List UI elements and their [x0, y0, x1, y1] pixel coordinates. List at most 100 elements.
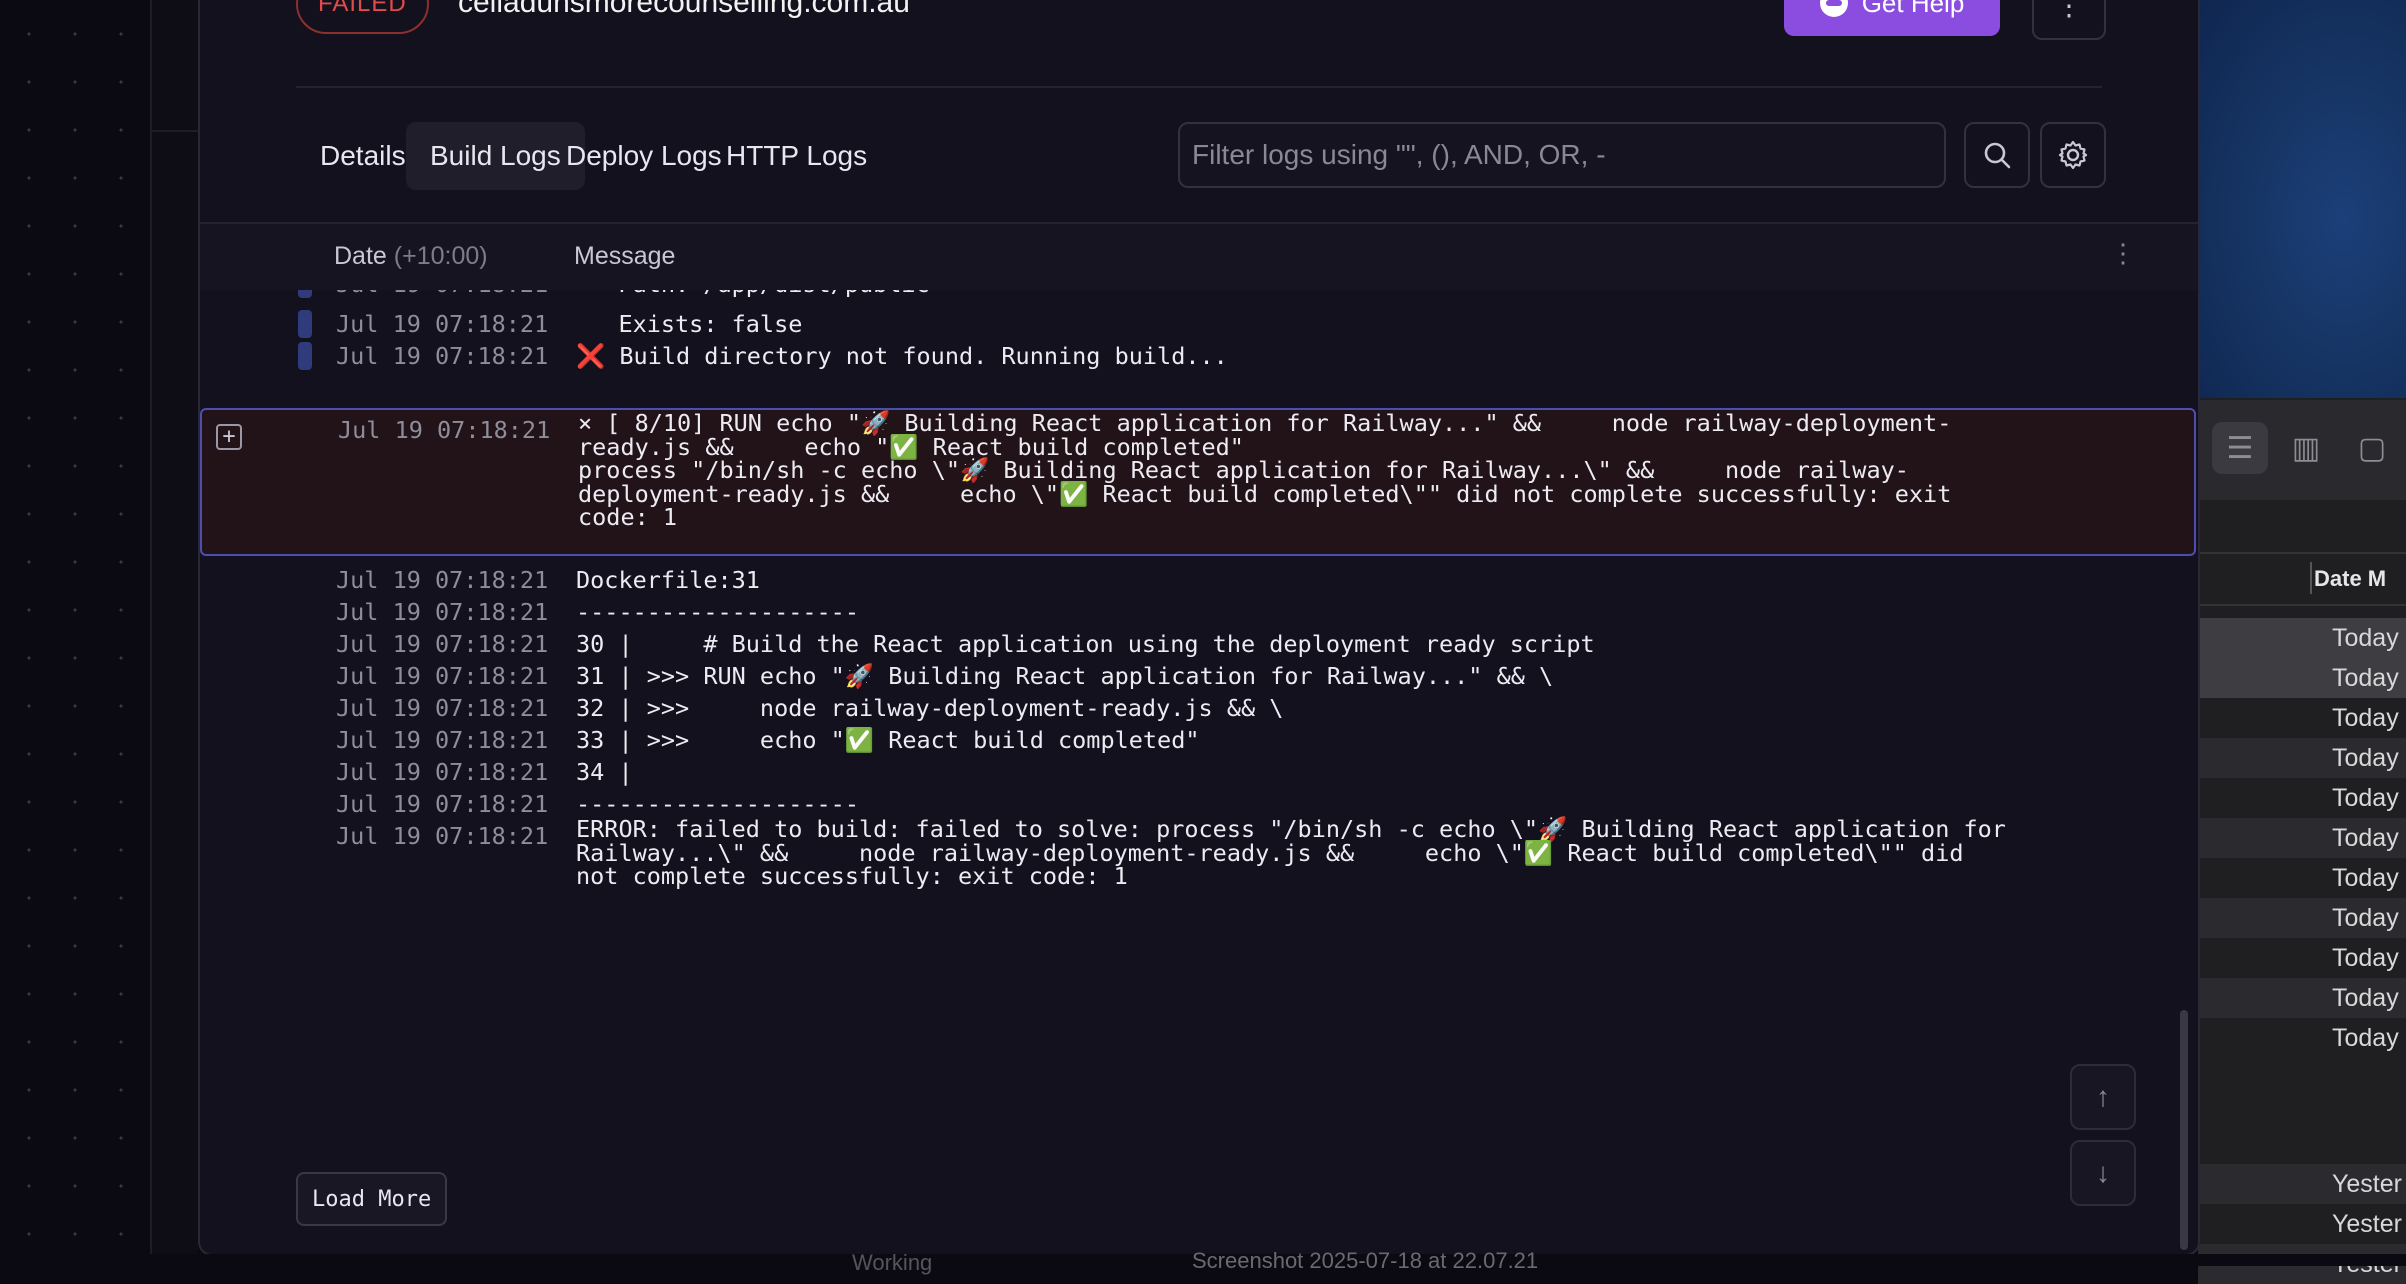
- log-row[interactable]: Jul 19 07:18:21 ❌ Build directory not fou…: [200, 340, 2184, 374]
- log-level-indicator: [298, 822, 312, 928]
- log-settings-button[interactable]: [2040, 122, 2106, 188]
- log-row[interactable]: Jul 19 07:18:21 33 | >>> echo "✅ React bu…: [200, 724, 2184, 756]
- finder-row-date: Today: [2332, 904, 2399, 932]
- log-message: ERROR: failed to build: failed to solve:…: [576, 815, 2006, 890]
- more-options-button[interactable]: ⋮: [2032, 0, 2106, 40]
- log-level-indicator: [298, 790, 312, 816]
- log-row[interactable]: Jul 19 07:18:21 --------------------: [200, 596, 2184, 628]
- log-row[interactable]: Jul 19 07:18:21 32 | >>> node railway-dep…: [200, 692, 2184, 724]
- log-timestamp: Jul 19 07:18:21: [336, 342, 549, 370]
- log-level-indicator: [298, 290, 312, 298]
- log-message: Exists: false: [576, 310, 803, 338]
- finder-row-date: Today: [2332, 824, 2399, 852]
- log-timestamp: Jul 19 07:18:21: [336, 630, 549, 658]
- log-row[interactable]: Jul 19 07:18:21 ERROR: failed to build: f…: [200, 815, 2184, 932]
- search-button[interactable]: [1964, 122, 2030, 188]
- finder-row[interactable]: Yester: [2198, 1204, 2406, 1244]
- finder-row-date: Today: [2332, 784, 2399, 812]
- log-message: --------------------: [576, 598, 859, 626]
- log-row[interactable]: Jul 19 07:18:21 Exists: false: [200, 308, 2184, 342]
- get-help-label: Get Help: [1861, 0, 1965, 18]
- bottom-ghost-strip: Working Screenshot 2025-07-18 at 22.07.2…: [0, 1248, 2406, 1275]
- log-timestamp: Jul 19 07:18:21: [336, 662, 549, 690]
- load-more-button[interactable]: Load More: [296, 1172, 448, 1226]
- finder-row[interactable]: Today: [2198, 898, 2406, 938]
- log-timestamp: Jul 19 07:18:21: [336, 566, 549, 594]
- finder-row[interactable]: Today: [2198, 978, 2406, 1018]
- finder-row[interactable]: Today: [2198, 738, 2406, 778]
- get-help-button[interactable]: Get Help: [1784, 0, 2000, 36]
- message-column-header[interactable]: Message: [574, 242, 675, 271]
- finder-row[interactable]: Yester: [2198, 1164, 2406, 1204]
- log-timestamp: Jul 19 07:18:21: [336, 290, 548, 302]
- expand-row-icon[interactable]: +: [216, 424, 242, 450]
- log-row-expanded[interactable]: + Jul 19 07:18:21 × [ 8/10] RUN echo "🚀 Bu…: [200, 408, 2196, 556]
- log-level-indicator: [298, 310, 312, 338]
- log-message: Path: /app/dist/public: [576, 290, 929, 302]
- finder-row[interactable]: Today: [2198, 858, 2406, 898]
- log-error-detail: process "/bin/sh -c echo \"🚀 Building Re…: [578, 456, 1952, 531]
- log-level-indicator: [298, 758, 312, 784]
- log-timestamp: Jul 19 07:18:21: [336, 694, 549, 722]
- finder-row[interactable]: Today: [2198, 698, 2406, 738]
- log-row[interactable]: Jul 19 07:18:21 31 | >>> RUN echo "🚀 Buil…: [200, 660, 2184, 692]
- tab-http-logs[interactable]: HTTP Logs: [702, 122, 891, 190]
- log-message: 30 | # Build the React application using…: [576, 630, 1595, 658]
- log-timestamp: Jul 19 07:18:21: [338, 416, 551, 444]
- list-view-icon[interactable]: ☰: [2212, 422, 2268, 474]
- scroll-down-button[interactable]: ↓: [2070, 1140, 2136, 1206]
- log-level-indicator: [298, 566, 312, 592]
- finder-row[interactable]: Today: [2198, 1018, 2406, 1058]
- arrow-down-icon: ↓: [2096, 1157, 2110, 1188]
- log-column-headers: Date (+10:00) Message ⋮: [200, 224, 2198, 290]
- scroll-up-button[interactable]: ↑: [2070, 1064, 2136, 1130]
- log-level-indicator: [298, 726, 312, 752]
- deployment-header: FAILED celiadunsmorecounselling.com.au G…: [200, 0, 2198, 88]
- background-finder-window: ☰ ▥ ▢ Date M Today Today Today Today Today To…: [2198, 0, 2406, 1284]
- log-message: 32 | >>> node railway-deployment-ready.j…: [576, 694, 1284, 722]
- scrollbar[interactable]: [2180, 1010, 2188, 1250]
- finder-row[interactable]: Today: [2198, 938, 2406, 978]
- log-row[interactable]: Jul 19 07:18:21 30 | # Build the React ap…: [200, 628, 2184, 660]
- log-list: Jul 19 07:18:21 Path: /app/dist/publicJu…: [200, 290, 2198, 1164]
- column-view-icon[interactable]: ▥: [2278, 422, 2334, 474]
- date-column-header[interactable]: Date (+10:00): [334, 242, 488, 271]
- help-icon: [1819, 0, 1848, 17]
- finder-row[interactable]: Today: [2198, 658, 2406, 698]
- log-message: ❌ Build directory not found. Running bui…: [576, 342, 1228, 370]
- finder-column-header[interactable]: Date M: [2198, 552, 2406, 606]
- finder-row-date: Today: [2332, 624, 2399, 652]
- divider: [296, 86, 2102, 88]
- finder-row[interactable]: Today: [2198, 818, 2406, 858]
- ghost-label: Screenshot 2025-07-18 at 22.07.21: [1192, 1248, 1539, 1273]
- log-filter-input[interactable]: Filter logs using "", (), AND, OR, -: [1178, 122, 1946, 188]
- log-level-indicator: [298, 598, 312, 624]
- finder-row[interactable]: Today: [2198, 618, 2406, 658]
- log-message: 34 |: [576, 758, 633, 786]
- finder-row-date: Today: [2332, 864, 2399, 892]
- finder-row-date: Today: [2332, 944, 2399, 972]
- deployment-domain[interactable]: celiadunsmorecounselling.com.au: [458, 0, 910, 20]
- log-timestamp: Jul 19 07:18:21: [336, 758, 549, 786]
- gallery-view-icon[interactable]: ▢: [2344, 422, 2400, 474]
- deployment-logs-panel: FAILED celiadunsmorecounselling.com.au G…: [198, 0, 2200, 1256]
- log-row[interactable]: Jul 19 07:18:21 34 |: [200, 756, 2184, 788]
- log-row[interactable]: Jul 19 07:18:21 Path: /app/dist/public: [200, 290, 2184, 302]
- log-message: Dockerfile:31: [576, 566, 760, 594]
- log-level-indicator: [298, 630, 312, 656]
- log-timestamp: Jul 19 07:18:21: [336, 726, 549, 754]
- column-options-icon[interactable]: ⋮: [2110, 238, 2136, 269]
- gear-icon: [2058, 140, 2088, 170]
- log-timestamp: Jul 19 07:18:21: [336, 822, 549, 850]
- log-row[interactable]: Jul 19 07:18:21 Dockerfile:31: [200, 564, 2184, 596]
- log-level-indicator: [298, 694, 312, 720]
- finder-row[interactable]: Today: [2198, 778, 2406, 818]
- finder-row-date: Yester: [2332, 1170, 2402, 1198]
- log-timestamp: Jul 19 07:18:21: [336, 790, 549, 818]
- date-modified-header[interactable]: Date M: [2314, 566, 2386, 592]
- desktop-dot-pattern: [0, 0, 150, 1266]
- ghost-label: Working: [852, 1250, 933, 1275]
- log-timestamp: Jul 19 07:18:21: [336, 598, 549, 626]
- wallpaper: [2198, 0, 2406, 398]
- log-level-indicator: [298, 662, 312, 688]
